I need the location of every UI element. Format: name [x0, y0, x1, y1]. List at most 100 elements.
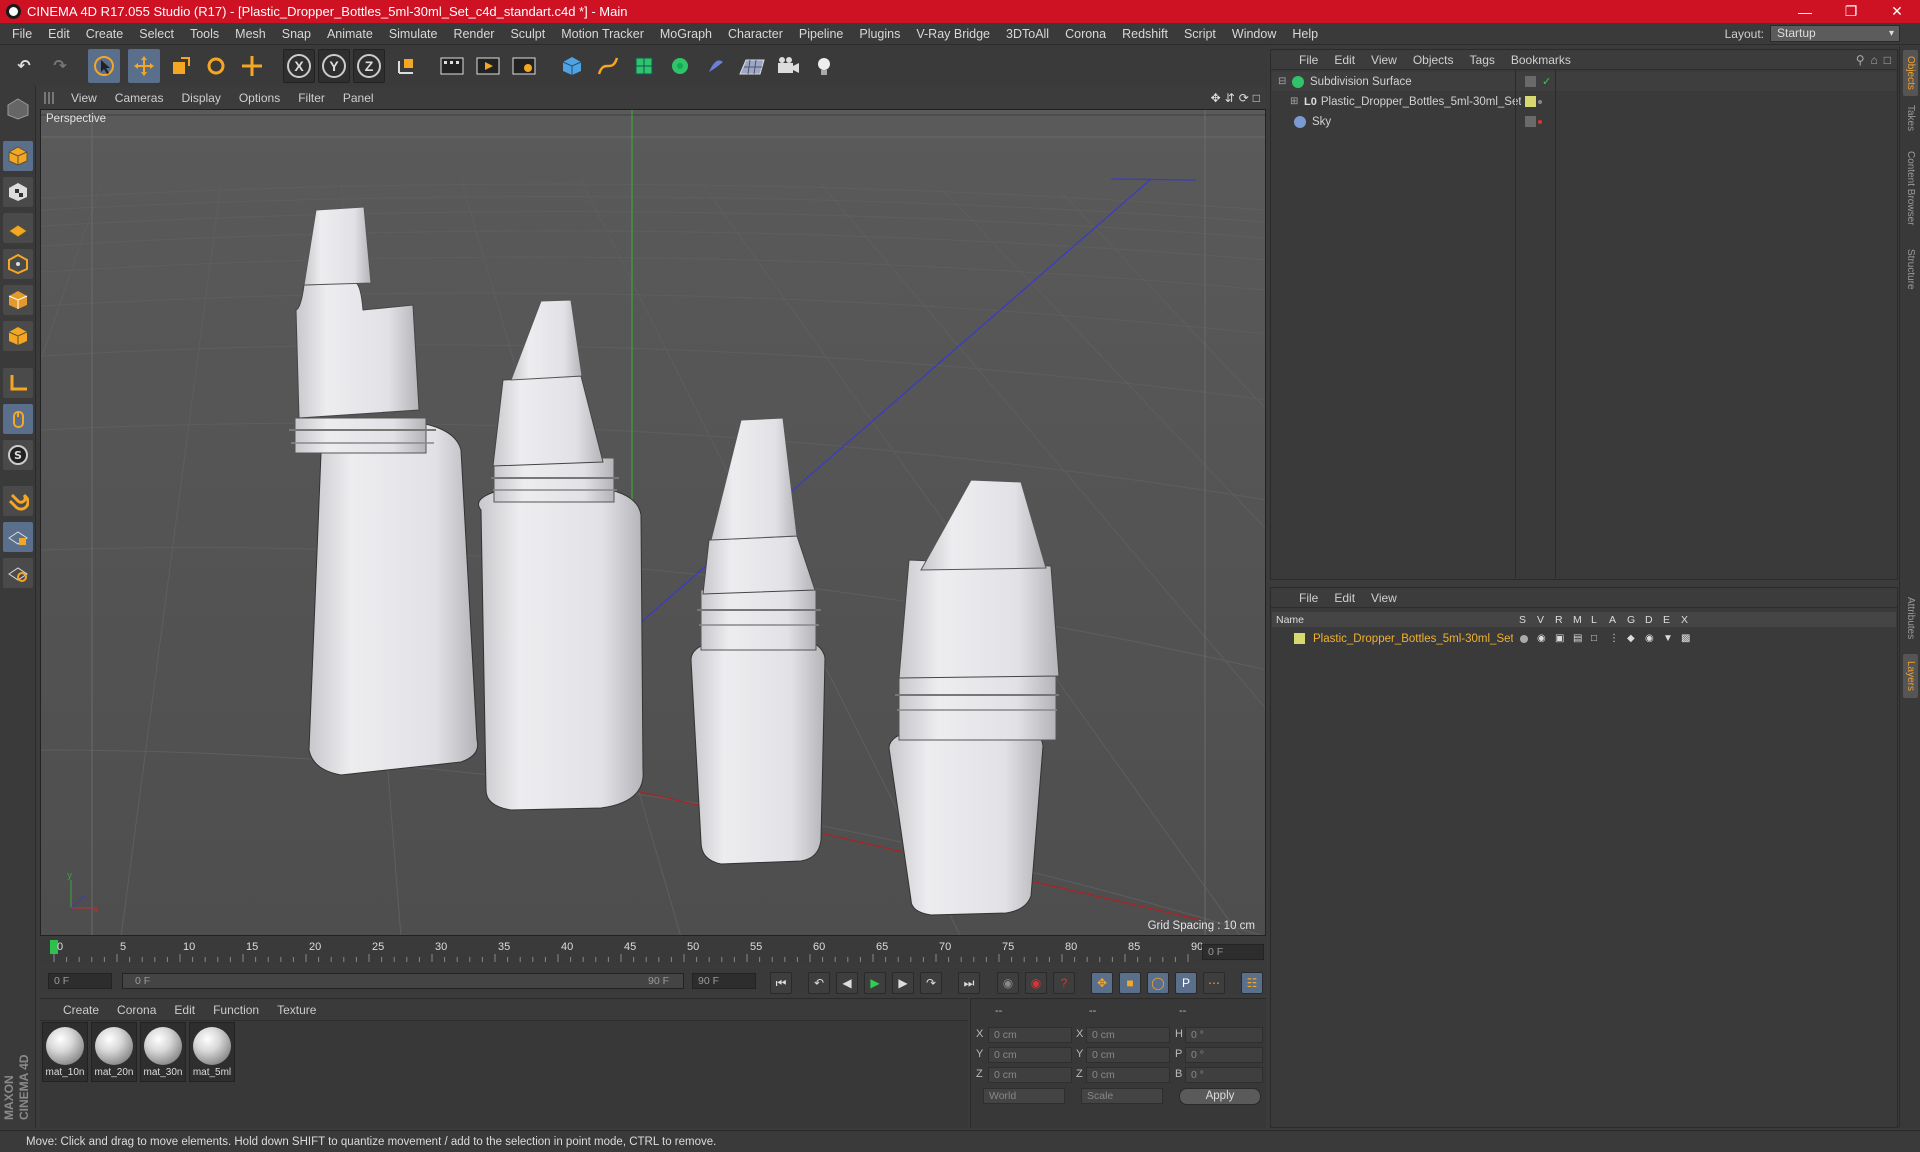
model-mode-icon[interactable] — [3, 141, 33, 171]
menu-mesh[interactable]: Mesh — [227, 27, 274, 41]
axis-mode-icon[interactable] — [3, 368, 33, 398]
obj-menu-bookmarks[interactable]: Bookmarks — [1503, 53, 1579, 67]
mat-menu-function[interactable]: Function — [204, 1003, 268, 1017]
menu-3dtoall[interactable]: 3DToAll — [998, 27, 1057, 41]
search-icon[interactable]: ⚲ — [1856, 53, 1865, 67]
layer-menu-edit[interactable]: Edit — [1326, 591, 1363, 605]
menu-plugins[interactable]: Plugins — [851, 27, 908, 41]
floor-icon[interactable] — [736, 49, 768, 83]
menu-mograph[interactable]: MoGraph — [652, 27, 720, 41]
rotation-b-field[interactable]: 0 ° — [1185, 1067, 1263, 1083]
vp-menu-view[interactable]: View — [62, 91, 106, 105]
light-icon[interactable] — [808, 49, 840, 83]
previous-key-icon[interactable]: ↶ — [808, 972, 830, 994]
menu-window[interactable]: Window — [1224, 27, 1284, 41]
viewport-maximize-icon[interactable]: □ — [1253, 91, 1260, 105]
solo-toggle-icon[interactable] — [1520, 634, 1528, 643]
previous-frame-icon[interactable]: ◀ — [836, 972, 858, 994]
material-swatch[interactable]: mat_10n — [42, 1022, 88, 1082]
key-pla-icon[interactable]: ⋯ — [1203, 972, 1225, 994]
y-axis-lock-icon[interactable]: Y — [318, 49, 350, 83]
cube-primitive-icon[interactable] — [556, 49, 588, 83]
render-view-icon[interactable] — [436, 49, 468, 83]
menu-motion-tracker[interactable]: Motion Tracker — [553, 27, 652, 41]
deformer-icon[interactable] — [700, 49, 732, 83]
polygons-mode-icon[interactable] — [3, 321, 33, 351]
menu-help[interactable]: Help — [1284, 27, 1326, 41]
redo-icon[interactable]: ↷ — [44, 49, 76, 83]
tab-structure[interactable]: Structure — [1903, 242, 1918, 296]
next-key-icon[interactable]: ↷ — [920, 972, 942, 994]
mat-menu-corona[interactable]: Corona — [108, 1003, 165, 1017]
z-axis-lock-icon[interactable]: Z — [353, 49, 385, 83]
material-swatch[interactable]: mat_20n — [91, 1022, 137, 1082]
render-to-picture-viewer-icon[interactable] — [472, 49, 504, 83]
size-x-field[interactable]: 0 cm — [1086, 1027, 1170, 1043]
rotation-h-field[interactable]: 0 ° — [1185, 1027, 1263, 1043]
undo-icon[interactable]: ↶ — [8, 49, 40, 83]
workplane-rotate-icon[interactable] — [3, 558, 33, 588]
object-row-subdivision-surface[interactable]: ⊟ Subdivision Surface ✓ — [1272, 72, 1896, 91]
perspective-viewport[interactable]: y x Perspective Grid Spacing : 10 cm — [40, 109, 1266, 936]
render-settings-icon[interactable] — [508, 49, 540, 83]
mat-menu-texture[interactable]: Texture — [268, 1003, 325, 1017]
menu-file[interactable]: File — [4, 27, 40, 41]
visibility-dot-icon[interactable] — [1538, 99, 1542, 104]
lock-toggle-icon[interactable]: □ — [1591, 633, 1597, 644]
object-row-dropper-bottles[interactable]: ⊞ L0 Plastic_Dropper_Bottles_5ml-30ml_Se… — [1272, 92, 1896, 111]
tab-attributes[interactable]: Attributes — [1903, 586, 1918, 650]
autokey-icon[interactable]: ◉ — [1025, 972, 1047, 994]
edges-mode-icon[interactable] — [3, 285, 33, 315]
menu-animate[interactable]: Animate — [319, 27, 381, 41]
menu-render[interactable]: Render — [445, 27, 502, 41]
home-icon[interactable]: ⌂ — [1871, 53, 1878, 67]
menu-vray-bridge[interactable]: V-Ray Bridge — [908, 27, 998, 41]
menu-select[interactable]: Select — [131, 27, 182, 41]
play-icon[interactable]: ▶ — [864, 972, 886, 994]
close-icon[interactable]: ✕ — [1874, 0, 1920, 23]
select-tool-icon[interactable] — [88, 49, 120, 83]
size-mode-dropdown[interactable]: Scale — [1081, 1088, 1163, 1104]
tab-objects[interactable]: Objects — [1903, 50, 1918, 96]
object-row-sky[interactable]: Sky — [1272, 112, 1896, 131]
vp-menu-panel[interactable]: Panel — [334, 91, 383, 105]
mat-menu-create[interactable]: Create — [54, 1003, 108, 1017]
end-frame-field[interactable]: 90 F — [692, 973, 756, 989]
coordinate-space-dropdown[interactable]: World — [983, 1088, 1065, 1104]
visible-toggle-icon[interactable]: ◉ — [1537, 633, 1546, 644]
timeline-ruler[interactable]: 0 5 10 15 20 25 30 35 40 45 50 55 60 65 70 75 80 85 90 0 F — [40, 938, 1266, 966]
tweak-mode-icon[interactable] — [3, 404, 33, 434]
viewport-move-icon[interactable]: ⇵ — [1225, 91, 1235, 105]
transform-tool-icon[interactable] — [236, 49, 268, 83]
menu-pipeline[interactable]: Pipeline — [791, 27, 851, 41]
start-frame-field[interactable]: 0 F — [48, 973, 112, 989]
make-editable-icon[interactable] — [3, 94, 33, 124]
obj-menu-tags[interactable]: Tags — [1462, 53, 1503, 67]
x-axis-lock-icon[interactable]: X — [283, 49, 315, 83]
vp-menu-display[interactable]: Display — [172, 91, 229, 105]
spline-pen-icon[interactable] — [592, 49, 624, 83]
editor-visibility-icon[interactable] — [1525, 116, 1536, 127]
keyframe-help-icon[interactable]: ? — [1053, 972, 1075, 994]
key-scale-icon[interactable]: ■ — [1119, 972, 1141, 994]
goto-start-icon[interactable]: ⏮ — [770, 972, 792, 994]
apply-button[interactable]: Apply — [1179, 1088, 1261, 1105]
viewport-pan-icon[interactable]: ✥ — [1211, 91, 1221, 105]
layer-color-icon[interactable] — [1294, 633, 1305, 644]
layer-row[interactable]: Plastic_Dropper_Bottles_5ml-30ml_Set ◉ ▣… — [1272, 629, 1896, 648]
tab-layers[interactable]: Layers — [1903, 654, 1918, 698]
preview-range-slider[interactable]: 0 F 90 F — [122, 973, 684, 989]
position-x-field[interactable]: 0 cm — [988, 1027, 1072, 1043]
position-y-field[interactable]: 0 cm — [988, 1047, 1072, 1063]
subdivision-surface-icon[interactable] — [628, 49, 660, 83]
next-frame-icon[interactable]: ▶ — [892, 972, 914, 994]
size-z-field[interactable]: 0 cm — [1086, 1067, 1170, 1083]
menu-script[interactable]: Script — [1176, 27, 1224, 41]
camera-icon[interactable] — [772, 49, 804, 83]
menu-sculpt[interactable]: Sculpt — [502, 27, 553, 41]
menu-create[interactable]: Create — [78, 27, 132, 41]
workplane-lock-icon[interactable] — [3, 522, 33, 552]
vp-menu-options[interactable]: Options — [230, 91, 289, 105]
layer-color-icon[interactable] — [1525, 96, 1536, 107]
xref-toggle-icon[interactable]: ▩ — [1681, 633, 1690, 644]
